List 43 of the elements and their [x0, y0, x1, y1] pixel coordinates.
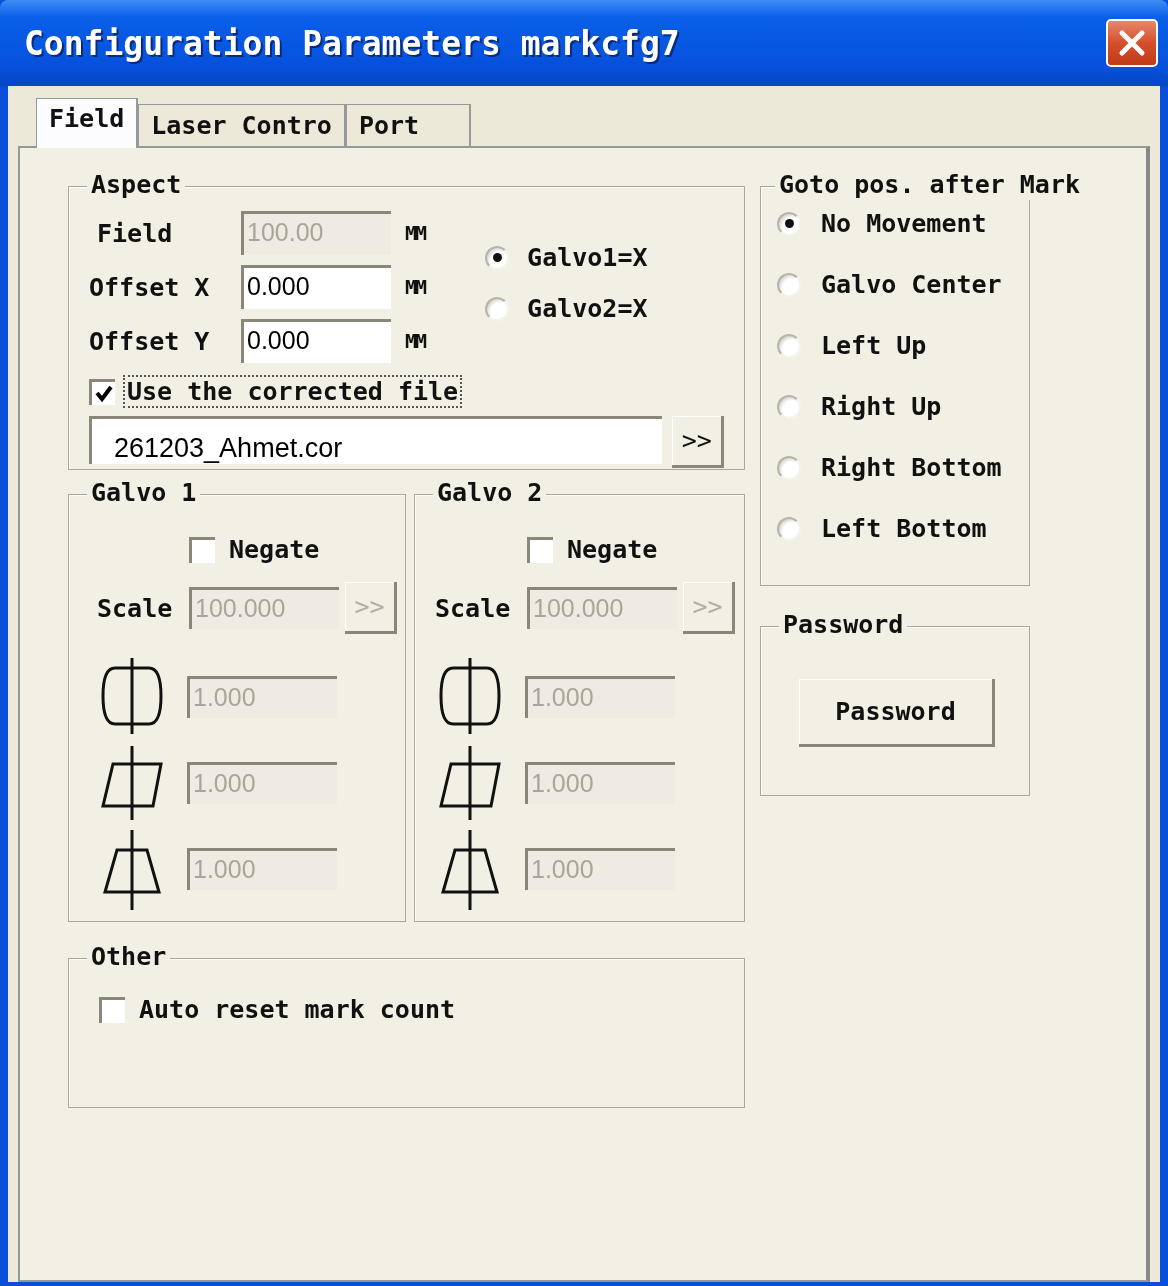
field-label: Field	[96, 218, 174, 248]
checkbox-label: Use the corrected file	[125, 377, 461, 406]
close-icon	[1117, 28, 1147, 58]
unit-label: MM	[405, 329, 426, 353]
radio-button[interactable]	[777, 272, 801, 297]
checkbox[interactable]	[89, 378, 115, 405]
radio-button[interactable]	[777, 394, 801, 419]
file-path-field[interactable]: 261203_Ahmet.cor	[89, 416, 663, 464]
radio-button[interactable]	[777, 211, 801, 236]
unit-label: MM	[405, 275, 426, 299]
unit-label: MM	[405, 221, 426, 245]
radio-label: Left Bottom	[821, 514, 987, 543]
radio-label: Galvo2=X	[527, 294, 648, 323]
checkbox[interactable]	[527, 536, 553, 563]
radio-button[interactable]	[777, 455, 801, 480]
number-field[interactable]: 0.000	[241, 265, 391, 309]
tab[interactable]: Field	[36, 98, 139, 148]
radio-button[interactable]	[485, 245, 510, 270]
field-label: Offset Y	[89, 326, 211, 356]
radio-label: Galvo Center	[821, 270, 1002, 299]
field-label: Scale	[435, 593, 512, 623]
field-label: Scale	[97, 593, 174, 623]
radio-label: Galvo1=X	[527, 243, 648, 272]
browse-button[interactable]: >>	[672, 416, 724, 468]
checkbox-label: Negate	[229, 535, 320, 564]
tab[interactable]: Laser Contro	[138, 104, 346, 146]
password-button[interactable]: Password	[799, 679, 995, 747]
radio-label: Right Bottom	[821, 453, 1002, 482]
field-label: Offset X	[89, 272, 211, 302]
radio-button[interactable]	[485, 296, 510, 321]
checkbox-label: Auto reset mark count	[139, 995, 456, 1024]
radio-button[interactable]	[777, 516, 801, 541]
radio-label: Right Up	[821, 392, 942, 421]
tab[interactable]: Port	[345, 104, 471, 146]
window-title: Configuration Parameters markcfg7	[24, 23, 680, 63]
number-field[interactable]: 0.000	[241, 319, 391, 363]
radio-button[interactable]	[777, 333, 801, 358]
radio-label: No Movement	[821, 209, 987, 238]
checkbox[interactable]	[189, 536, 215, 563]
close-button[interactable]	[1106, 19, 1158, 67]
checkbox[interactable]	[99, 996, 125, 1023]
radio-label: Left Up	[821, 331, 927, 360]
checkbox-label: Negate	[567, 535, 658, 564]
